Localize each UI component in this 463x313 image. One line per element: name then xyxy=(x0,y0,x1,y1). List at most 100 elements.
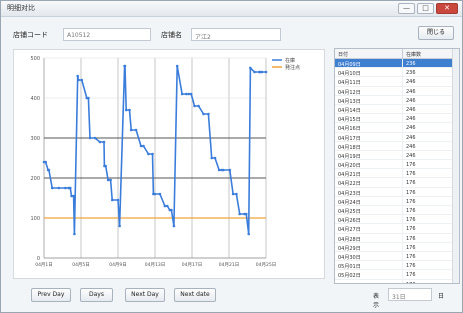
store-code-field[interactable]: A10512 xyxy=(63,28,151,41)
prev-day-button[interactable]: Prev Day xyxy=(31,288,71,302)
list-item-stock: 176 xyxy=(406,162,416,169)
list-item-date: 04月25日 xyxy=(335,206,403,215)
stock-point xyxy=(142,144,145,148)
x-tick-label: 04月21日 xyxy=(219,262,239,268)
x-tick-label: 04月13日 xyxy=(145,262,165,268)
list-item-stock: 176 xyxy=(406,180,416,187)
list-item[interactable]: 04月27日 176 xyxy=(335,224,459,234)
stock-point xyxy=(110,198,114,202)
list-item[interactable]: 04月26日 176 xyxy=(335,215,459,225)
close-button[interactable]: ✕ xyxy=(436,3,458,14)
list-item[interactable]: 04月21日 176 xyxy=(335,169,459,179)
stock-point xyxy=(153,192,157,196)
stock-point xyxy=(210,156,214,160)
list-item[interactable]: 04月22日 176 xyxy=(335,178,459,188)
list-item[interactable]: 04月23日 176 xyxy=(335,187,459,197)
stock-point xyxy=(87,96,90,100)
stock-point xyxy=(93,136,97,140)
list-item[interactable]: 04月28日 176 xyxy=(335,233,459,243)
list-item-stock: 246 xyxy=(406,79,416,86)
stock-point xyxy=(69,186,72,190)
stock-list[interactable]: 日付 在庫数 04月09日 236 04月10日 236 04月11日 246 04月12日… xyxy=(334,48,460,284)
title-bar: 明细对比 — □ ✕ xyxy=(1,1,462,17)
list-item-date: 04月22日 xyxy=(335,178,403,187)
list-item-stock: 176 xyxy=(406,189,416,196)
stock-point xyxy=(124,108,128,112)
stock-point xyxy=(128,108,131,112)
list-item[interactable]: 04月24日 176 xyxy=(335,196,459,206)
list-item-date: 04月13日 xyxy=(335,95,403,105)
list-item[interactable]: 04月19日 246 xyxy=(335,150,459,161)
list-item-stock: 246 xyxy=(406,125,416,132)
list-item-date: 04月19日 xyxy=(335,150,403,160)
list-item[interactable]: 04月17日 246 xyxy=(335,132,459,142)
list-item-date: 04月26日 xyxy=(335,215,403,224)
list-item-date: 05月01日 xyxy=(335,261,403,270)
column-date[interactable]: 日付 xyxy=(335,49,403,58)
stock-point xyxy=(106,178,110,182)
close-action-button[interactable]: 閉じる xyxy=(418,26,454,40)
page-unit: 日 xyxy=(438,293,445,300)
stock-point xyxy=(88,136,92,140)
stock-point xyxy=(73,232,76,236)
x-tick-label: 04月17日 xyxy=(182,262,202,268)
stock-point xyxy=(260,70,264,74)
list-item-stock: 176 xyxy=(406,198,416,205)
list-item-date: 04月23日 xyxy=(335,187,403,197)
list-item[interactable]: 04月12日 246 xyxy=(335,86,459,96)
list-item-stock: 236 xyxy=(406,70,416,77)
stock-point xyxy=(80,78,84,82)
next-day-button[interactable]: Next Day xyxy=(125,288,165,302)
stock-point xyxy=(213,156,217,160)
stock-point xyxy=(109,178,112,182)
list-item[interactable]: 04月09日 236 xyxy=(335,59,459,69)
list-item[interactable]: 04月15日 246 xyxy=(335,114,459,124)
list-item-date: 04月16日 xyxy=(335,123,403,132)
list-item-stock: 246 xyxy=(406,97,416,104)
stock-point xyxy=(184,92,188,96)
page-field[interactable]: 31日 xyxy=(388,288,432,301)
stock-point xyxy=(44,160,47,164)
maximize-button[interactable]: □ xyxy=(417,3,434,14)
store-name-field[interactable]: ア江2 xyxy=(191,28,281,41)
minimize-button[interactable]: — xyxy=(398,3,415,14)
list-item-stock: 176 xyxy=(406,253,416,260)
list-item[interactable]: 04月14日 246 xyxy=(335,104,459,115)
list-item-stock: 176 xyxy=(406,226,416,233)
list-item[interactable]: 04月16日 246 xyxy=(335,123,459,133)
days-button[interactable]: Days xyxy=(80,288,113,302)
list-item[interactable]: 04月11日 246 xyxy=(335,77,459,87)
stock-point xyxy=(207,112,210,116)
list-item-date: 04月15日 xyxy=(335,114,403,123)
store-name-label: 店铺名 xyxy=(161,31,182,39)
list-item[interactable]: 04月25日 176 xyxy=(335,206,459,216)
list-item-date: 04月14日 xyxy=(335,104,403,114)
list-item-date: 04月30日 xyxy=(335,251,403,261)
x-tick-label: 04月25日 xyxy=(256,262,276,268)
stock-point xyxy=(244,212,248,216)
main-window: 明细对比 — □ ✕ 店铺コード A10512 店铺名 ア江2 閉じる 0 100… xyxy=(0,0,463,313)
list-header: 日付 在庫数 xyxy=(335,49,459,59)
stock-point xyxy=(172,224,176,228)
list-item[interactable]: 04月13日 246 xyxy=(335,95,459,105)
list-item[interactable]: 04月20日 176 xyxy=(335,160,459,170)
stock-point xyxy=(163,204,167,208)
list-scrollbar[interactable] xyxy=(452,49,459,283)
stock-point xyxy=(231,192,235,196)
list-item[interactable]: 05月03日176 xyxy=(335,279,459,283)
column-stock[interactable]: 在庫数 xyxy=(403,49,424,58)
list-item[interactable]: 04月29日 176 xyxy=(335,242,459,252)
stock-point xyxy=(235,192,238,196)
list-item-date: 04月09日 xyxy=(335,59,403,68)
list-item[interactable]: 04月18日 246 xyxy=(335,141,459,151)
stock-point xyxy=(264,70,268,74)
next-date-button[interactable]: Next date xyxy=(174,288,216,302)
legend-label-stock: 在庫 xyxy=(285,57,295,64)
list-item-date: 04月27日 xyxy=(335,224,403,233)
list-item[interactable]: 04月30日 176 xyxy=(335,251,459,262)
list-item[interactable]: 05月02日 176 xyxy=(335,270,459,280)
y-tick-label: 100 xyxy=(30,216,40,222)
list-item[interactable]: 04月10日 236 xyxy=(335,68,459,78)
list-item[interactable]: 05月01日 176 xyxy=(335,261,459,271)
stock-point xyxy=(57,186,61,190)
